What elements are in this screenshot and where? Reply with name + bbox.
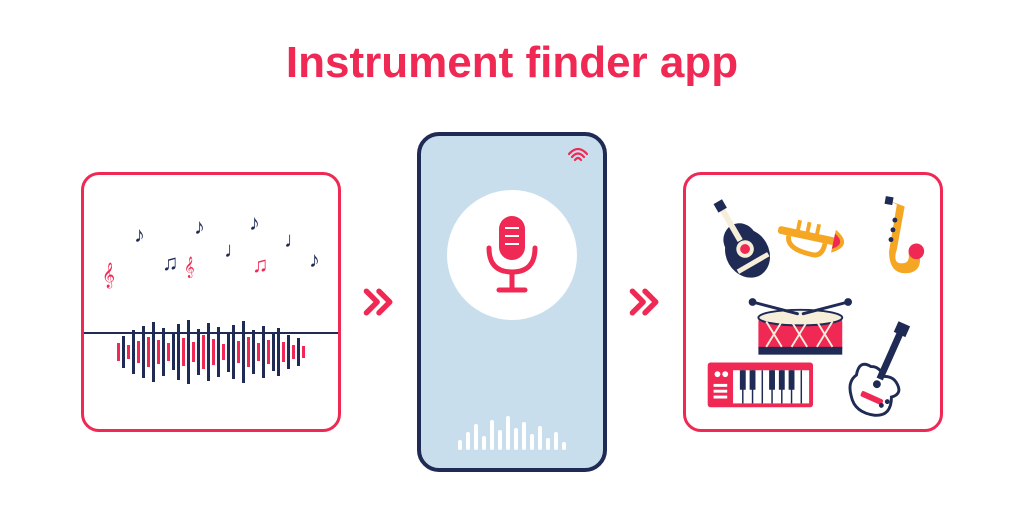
note-icon: ♩: [224, 237, 246, 263]
electric-guitar-icon: [842, 314, 925, 419]
microphone-icon: [477, 210, 547, 300]
drum-icon: [749, 298, 852, 355]
wifi-icon: [567, 146, 589, 169]
note-icon: ♫: [162, 250, 179, 276]
waveform-area: [84, 302, 338, 402]
note-icon: ♫: [252, 252, 269, 278]
note-icon: 𝄞: [184, 257, 195, 278]
phone-device: [417, 132, 607, 472]
note-icon: ♪: [194, 214, 205, 240]
keyboard-icon: [708, 362, 813, 407]
guitar-icon: [699, 191, 779, 286]
trumpet-icon: [775, 216, 847, 261]
diagram-flow: 𝄞 ♪ ♫ ♪ 𝄞 ♩ ♪ ♫ ♩ ♪: [81, 132, 943, 472]
arrow-right-icon: [627, 284, 663, 320]
microphone-button: [447, 190, 577, 320]
waveform-icon: [84, 302, 338, 402]
music-notes-area: 𝄞 ♪ ♫ ♪ 𝄞 ♩ ♪ ♫ ♩ ♪: [84, 202, 338, 302]
equalizer-icon: [458, 416, 566, 450]
note-icon: ♪: [134, 222, 145, 248]
saxophone-icon: [885, 196, 925, 273]
instruments-output-panel: [683, 172, 943, 432]
note-icon: 𝄞: [102, 262, 115, 288]
note-icon: ♪: [309, 247, 320, 273]
arrow-right-icon: [361, 284, 397, 320]
sound-input-panel: 𝄞 ♪ ♫ ♪ 𝄞 ♩ ♪ ♫ ♩ ♪: [81, 172, 341, 432]
page-title: Instrument finder app: [286, 38, 738, 88]
note-icon: ♩: [284, 227, 306, 253]
note-icon: ♪: [249, 210, 260, 236]
